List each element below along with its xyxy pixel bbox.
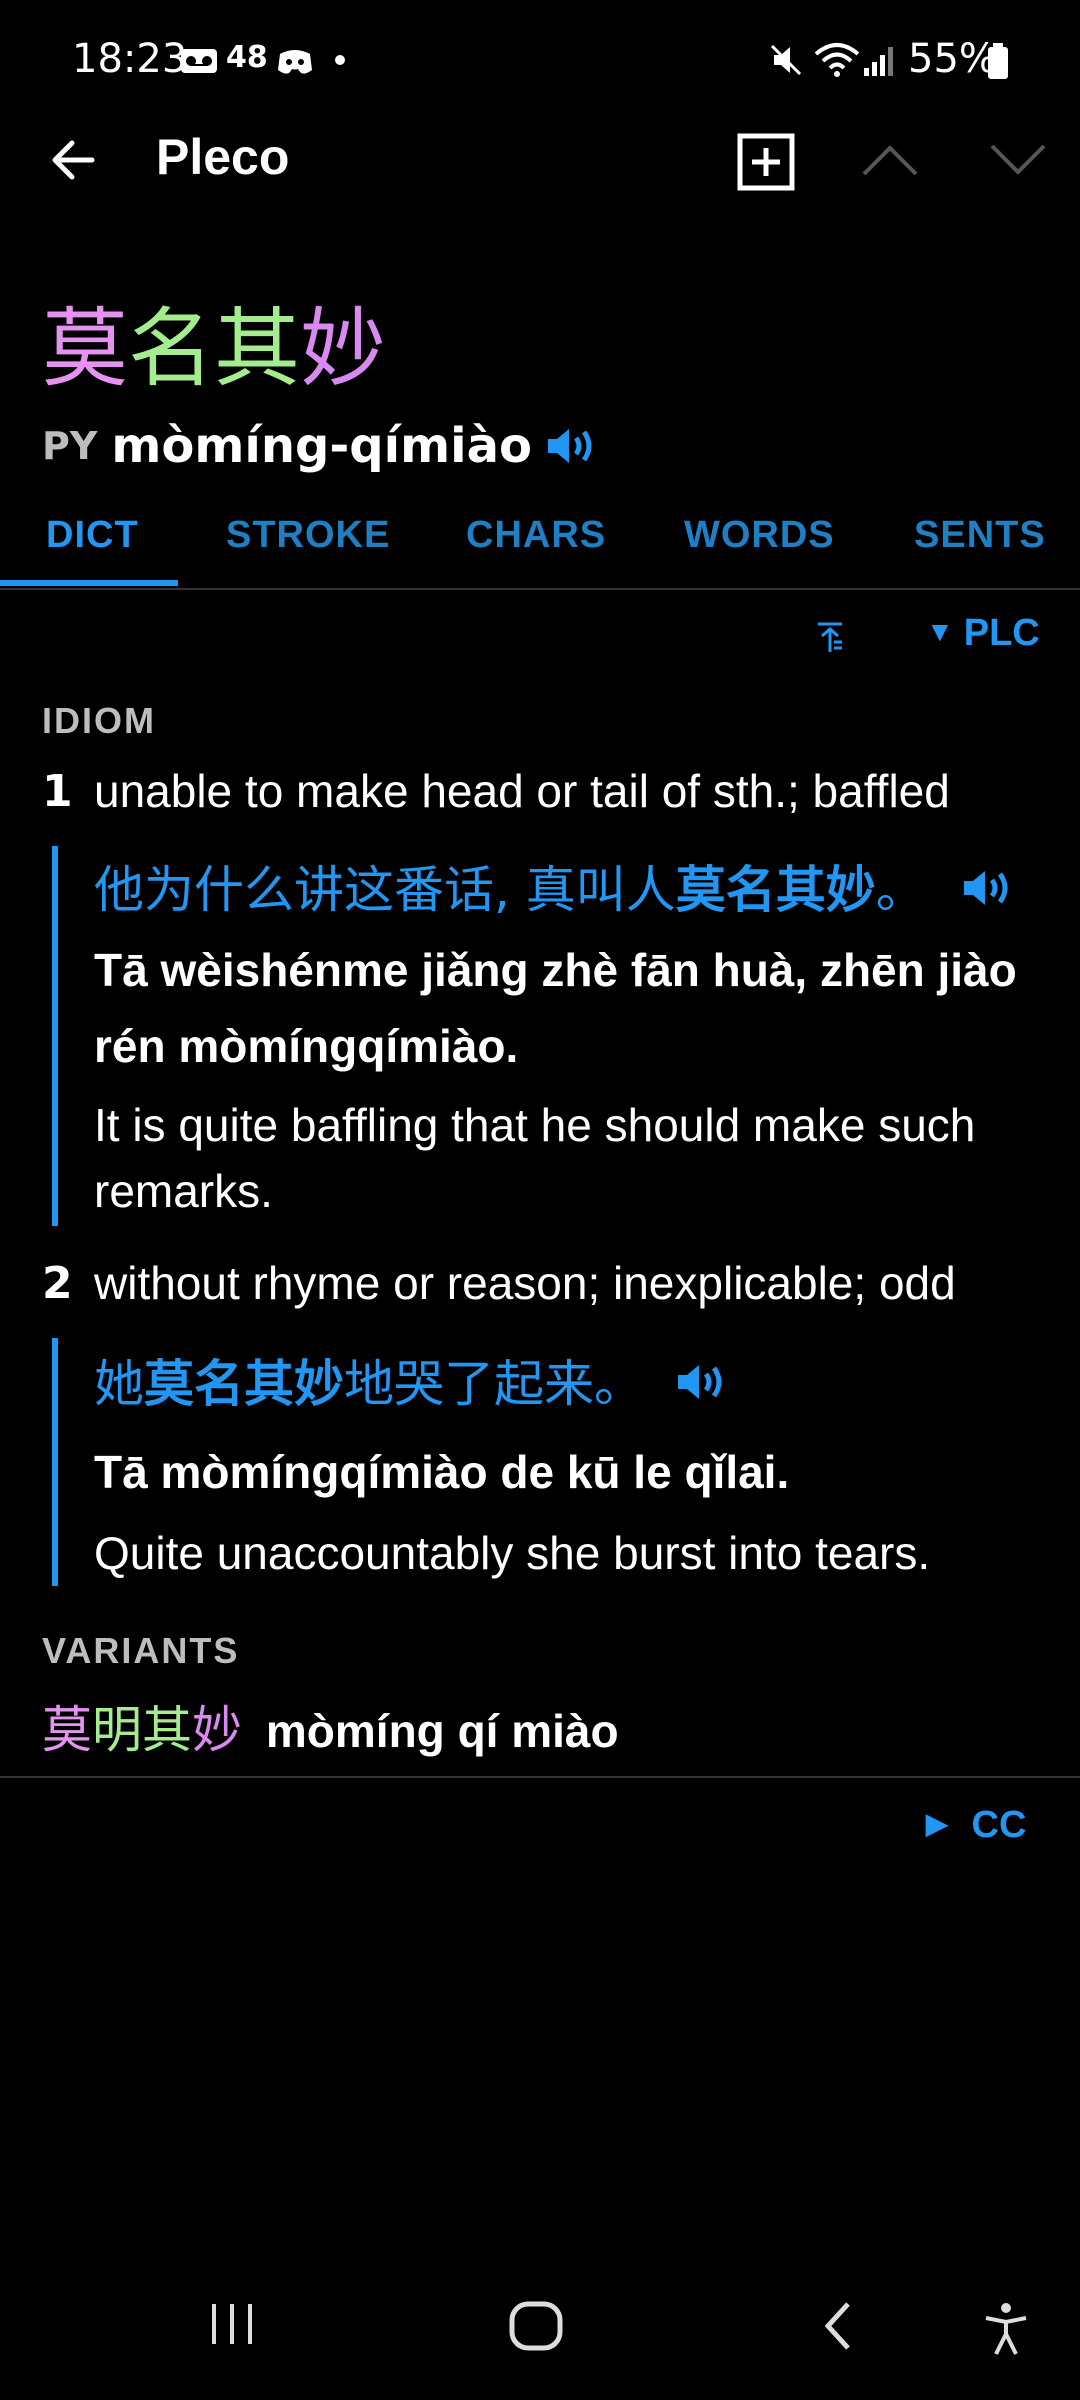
example-pinyin-text: .: [505, 1020, 519, 1072]
section-label-idiom: IDIOM: [42, 700, 156, 741]
example-translation-line: It is quite baffling that he should make…: [94, 1099, 976, 1151]
headword-char: 其: [214, 299, 300, 399]
sense-definition: unable to make head or tail of sth.; baf…: [94, 765, 950, 817]
dictionary-selector-cc[interactable]: ▶ CC: [926, 1804, 1026, 1847]
example-pinyin-highlight: mòmíngqímiào: [178, 1020, 506, 1072]
example-translation-line: remarks.: [94, 1165, 273, 1217]
example-pinyin-text: de kū le qǐlai.: [487, 1446, 790, 1498]
example-zh-highlight: 莫名其妙: [144, 1355, 344, 1413]
example-chinese[interactable]: 他为什么讲这番话, 真叫人莫名其妙。: [94, 850, 926, 922]
example-bar: [52, 846, 58, 1226]
add-box-icon[interactable]: [736, 132, 796, 192]
pinyin-row: PY mòmíng-qímiào: [42, 414, 598, 478]
tab-chars[interactable]: CHARS: [466, 514, 606, 557]
example-pinyin: Tā mòmíngqímiào de kū le qǐlai.: [94, 1434, 789, 1510]
sense-definition: without rhyme or reason; inexplicable; o…: [94, 1257, 956, 1309]
example-bar: [52, 1338, 58, 1586]
section-label-variants: VARIANTS: [42, 1630, 240, 1671]
speaker-icon[interactable]: [960, 866, 1014, 910]
example-zh-text: 地哭了起来。: [344, 1355, 644, 1413]
app-title: Pleco: [156, 129, 290, 185]
variant-char: 莫: [42, 1701, 92, 1759]
accessibility-icon[interactable]: [982, 2300, 1030, 2356]
tab-stroke[interactable]: STROKE: [226, 514, 390, 557]
battery-icon: [988, 43, 1008, 79]
divider: [0, 1776, 1080, 1778]
voicemail-icon: [181, 49, 217, 73]
discord-icon: [278, 50, 312, 74]
dictionary-selector[interactable]: ▼ PLC: [926, 612, 1040, 655]
back-icon[interactable]: [818, 2300, 858, 2352]
back-arrow-icon[interactable]: [44, 130, 104, 190]
example-pinyin-text: Tā: [94, 1446, 161, 1498]
variant-char: 其: [142, 1701, 192, 1759]
home-icon[interactable]: [508, 2300, 564, 2352]
tab-sents[interactable]: SENTS: [914, 514, 1046, 557]
dictionary-label: CC: [971, 1804, 1027, 1846]
sense-number: 1: [42, 766, 73, 817]
speaker-icon[interactable]: [544, 424, 598, 468]
chevron-down-icon[interactable]: [988, 140, 1048, 180]
example-zh-text: 她: [94, 1355, 144, 1413]
example-pinyin-highlight: mòmíngqímiào: [160, 1446, 488, 1498]
variant-char: 明: [92, 1701, 142, 1759]
tab-dict[interactable]: DICT: [46, 514, 139, 557]
expand-arrow-icon: ▶: [926, 1808, 948, 1839]
wifi-icon: [814, 43, 860, 77]
example-chinese[interactable]: 她莫名其妙地哭了起来。: [94, 1344, 644, 1416]
example-pinyin: Tā wèishénme jiǎng zhè fān huà, zhēn jià…: [94, 932, 1054, 1084]
dot-icon: [335, 55, 345, 65]
tab-indicator: [0, 580, 178, 586]
example-zh-text: 他为什么讲这番话, 真叫人: [94, 861, 676, 919]
example-pinyin-text: rén: [94, 1020, 179, 1072]
status-bar: 18:23 48 55%: [0, 0, 1080, 120]
mute-icon: [770, 44, 802, 76]
py-label: PY: [42, 424, 98, 468]
tab-words[interactable]: WORDS: [684, 514, 835, 557]
example-translation: It is quite baffling that he should make…: [94, 1092, 1054, 1224]
recents-icon[interactable]: [206, 2300, 258, 2348]
headword-char: 莫: [42, 299, 128, 399]
dictionary-label: PLC: [963, 612, 1040, 654]
speaker-icon[interactable]: [674, 1360, 728, 1404]
collapse-icon[interactable]: [812, 620, 848, 656]
example-zh-text: 。: [875, 861, 926, 919]
variant-entry[interactable]: 莫明其妙 mòmíng qí miào: [42, 1690, 619, 1762]
chevron-up-icon[interactable]: [860, 140, 920, 180]
example-translation: Quite unaccountably she burst into tears…: [94, 1527, 931, 1579]
headword-char: 名: [128, 299, 214, 399]
dropdown-arrow-icon: ▼: [926, 616, 954, 647]
signal-icon: [864, 47, 893, 76]
battery-percent: 55%: [908, 36, 997, 82]
headword: 莫名其妙: [42, 278, 386, 403]
headword-pinyin: mòmíng-qímiào: [111, 418, 532, 474]
headword-char: 妙: [300, 299, 386, 399]
notification-count: 48: [226, 40, 268, 75]
variant-char: 妙: [192, 1701, 242, 1759]
sense-number: 2: [42, 1258, 73, 1309]
status-time: 18:23: [72, 36, 188, 82]
example-zh-highlight: 莫名其妙: [675, 861, 876, 919]
example-pinyin-line: rén mòmíngqímiào.: [94, 1008, 1054, 1084]
example-pinyin-line: Tā wèishénme jiǎng zhè fān huà, zhēn jià…: [94, 944, 1017, 996]
variant-pinyin: mòmíng qí miào: [265, 1705, 619, 1757]
tab-bar: DICT STROKE CHARS WORDS SENTS: [0, 500, 1080, 590]
